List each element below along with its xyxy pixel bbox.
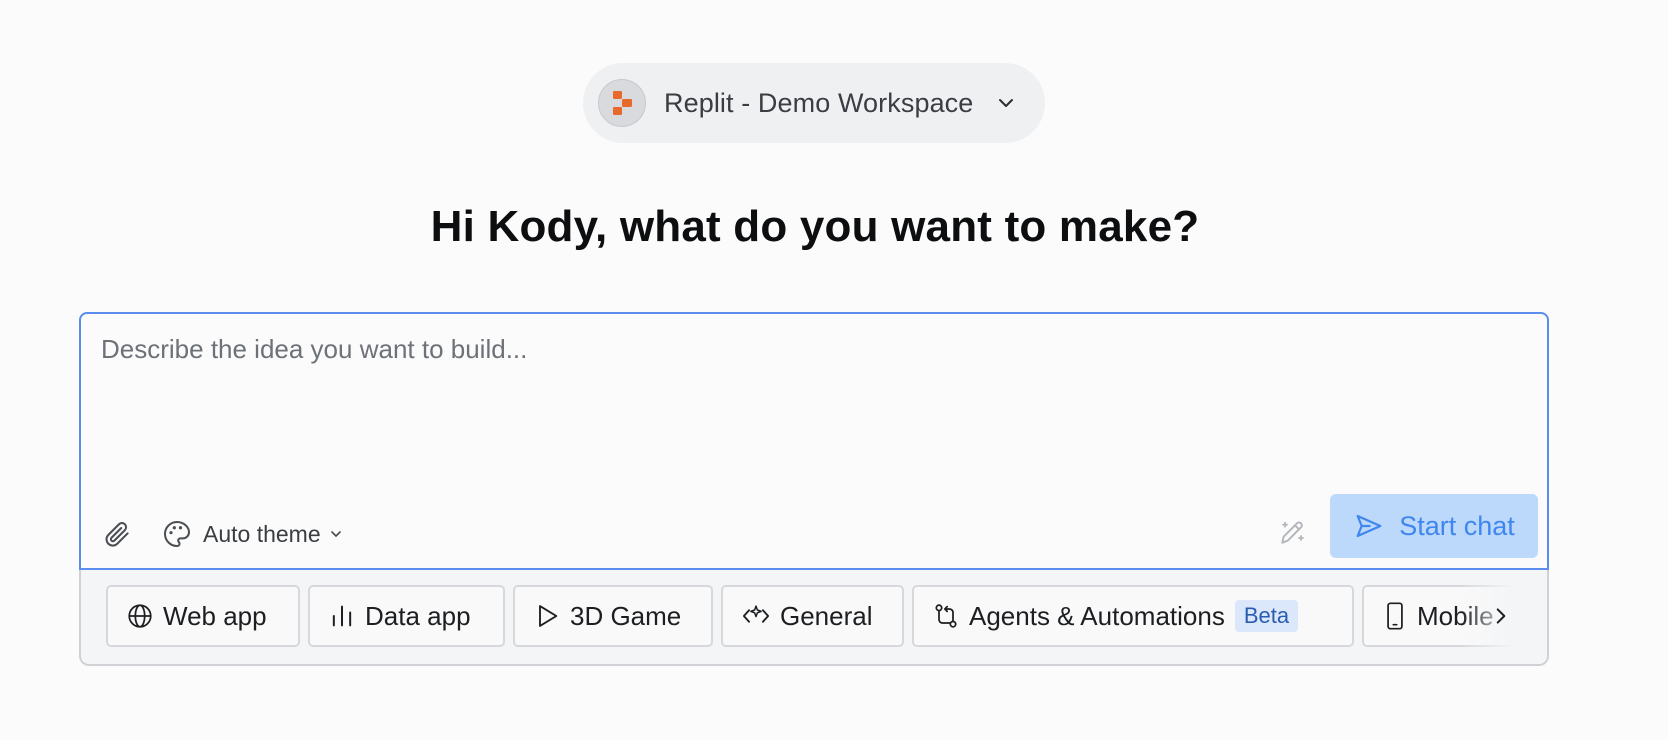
code-sparkle-icon <box>742 605 770 623</box>
send-icon <box>1356 514 1382 538</box>
paperclip-icon <box>105 522 129 547</box>
globe-icon <box>128 604 152 628</box>
suggestion-label: Web app <box>163 600 267 631</box>
page-heading: Hi Kody, what do you want to make? <box>430 202 1200 251</box>
palette-icon <box>164 521 190 547</box>
theme-label: Auto theme <box>203 520 321 547</box>
suggestion-3d-game[interactable]: 3D Game <box>513 585 713 647</box>
suggestion-mobile[interactable]: Mobile <box>1362 585 1547 647</box>
suggestion-label: Mobile <box>1417 600 1494 631</box>
prompt-input[interactable] <box>101 334 1501 454</box>
suggestion-label: 3D Game <box>570 600 682 631</box>
theme-selector[interactable]: Auto theme <box>161 514 343 554</box>
improve-prompt-button[interactable] <box>1273 512 1313 552</box>
suggestion-web-app[interactable]: Web app <box>106 585 300 647</box>
app-type-suggestions: Web app Data app 3D Game General Agents … <box>79 570 1549 666</box>
attach-button[interactable] <box>99 516 135 552</box>
chevron-down-icon <box>329 527 343 541</box>
replit-logo-icon <box>613 91 632 115</box>
beta-badge: Beta <box>1234 600 1299 632</box>
suggestion-general[interactable]: General <box>721 585 904 647</box>
chevron-down-icon <box>995 92 1017 114</box>
workspace-selector[interactable]: Replit - Demo Workspace <box>583 63 1045 143</box>
prompt-composer: Auto theme Start chat <box>79 312 1549 570</box>
suggestion-label: General <box>780 600 873 631</box>
suggestion-data-app[interactable]: Data app <box>308 585 505 647</box>
play-icon <box>539 605 558 627</box>
pen-sparkle-icon <box>1281 521 1304 544</box>
workspace-name: Replit - Demo Workspace <box>664 87 974 118</box>
start-chat-button[interactable]: Start chat <box>1330 494 1538 558</box>
chevron-right-icon <box>1496 608 1506 624</box>
start-chat-label: Start chat <box>1399 510 1515 541</box>
bar-chart-icon <box>332 605 352 627</box>
suggestion-label: Data app <box>365 600 471 631</box>
scroll-right-button[interactable] <box>1485 600 1517 632</box>
suggestion-agents-automations[interactable]: Agents & Automations Beta <box>912 585 1354 647</box>
workspace-avatar <box>598 79 646 127</box>
suggestion-label: Agents & Automations <box>969 600 1225 631</box>
workflow-icon <box>935 604 957 628</box>
phone-icon <box>1387 602 1403 630</box>
page: Replit - Demo Workspace Hi Kody, what do… <box>0 0 1668 740</box>
